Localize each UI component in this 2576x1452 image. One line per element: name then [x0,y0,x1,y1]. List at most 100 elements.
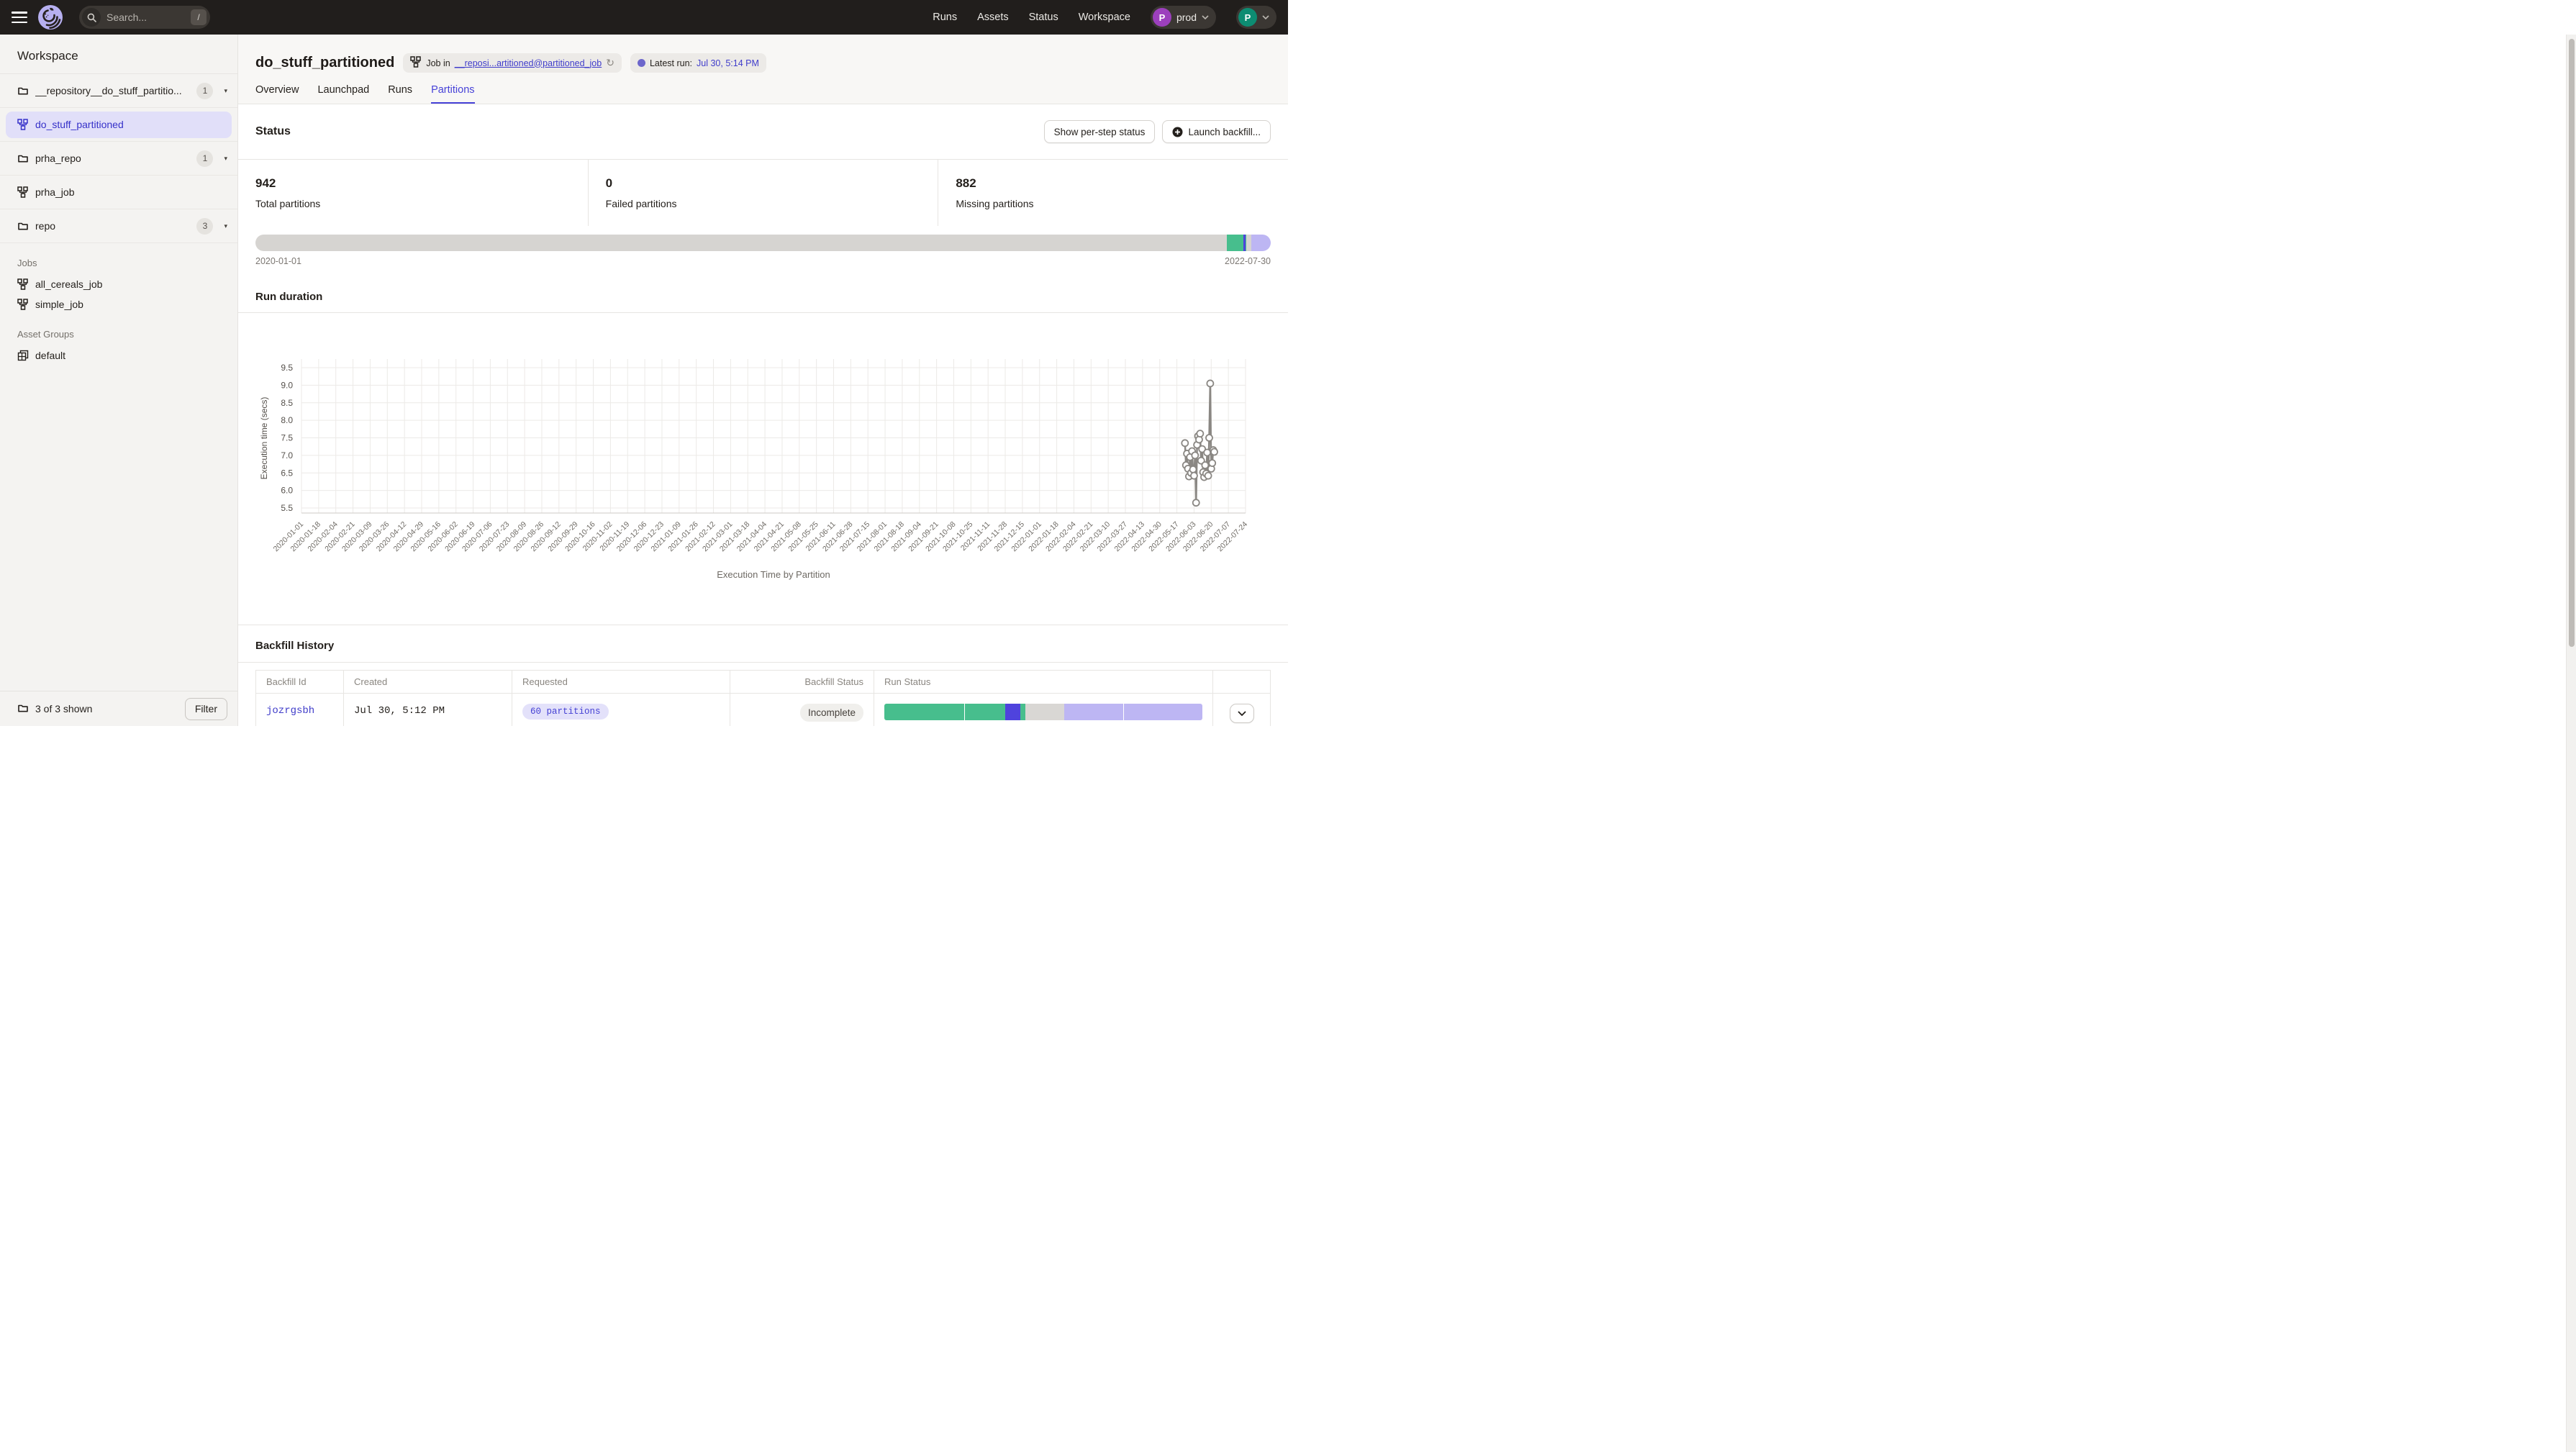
partition-status-bar[interactable] [255,235,1271,251]
status-heading: Status [255,125,291,138]
sidebar-item-prha-job[interactable]: prha_job [0,176,237,209]
svg-text:Execution Time by Partition: Execution Time by Partition [717,569,830,580]
job-icon [17,119,29,130]
dagster-logo-icon[interactable] [37,4,63,30]
item-count-badge: 1 [196,150,213,167]
run-status-bar[interactable] [884,704,1202,720]
sidebar-item-repo[interactable]: repo3▾ [0,209,237,243]
tab-partitions[interactable]: Partitions [431,84,474,104]
column-header-run-status: Run Status [874,671,1213,694]
svg-text:9.5: 9.5 [281,363,293,373]
backfill-table-header: Backfill IdCreatedRequestedBackfill Stat… [256,671,1270,694]
plus-circle-icon [1172,127,1183,137]
page-scrollbar[interactable] [2566,35,2576,1452]
refresh-icon[interactable]: ↻ [606,57,614,69]
backfill-history-heading: Backfill History [238,625,1288,663]
backfill-table: Backfill IdCreatedRequestedBackfill Stat… [255,670,1271,726]
sidebar-item-simple_job[interactable]: simple_job [0,294,237,314]
svg-text:5.5: 5.5 [281,503,293,513]
latest-run-chip: Latest run: Jul 30, 5:14 PM [630,53,766,73]
tab-bar: Overview Launchpad Runs Partitions [255,84,1271,104]
sidebar-footer: 3 of 3 shown Filter [0,691,237,726]
bar-segment [1251,235,1271,251]
job-icon [410,56,422,70]
folder-icon [17,153,29,164]
scrollbar-thumb[interactable] [2569,39,2575,647]
page-header: do_stuff_partitioned Job in __reposi...a… [238,35,1288,104]
nav-links: Runs Assets Status Workspace P prod P [933,6,1276,29]
nav-link-assets[interactable]: Assets [977,12,1009,23]
search-shortcut-badge: / [191,9,207,25]
sidebar-item-do-stuff-partitioned[interactable]: do_stuff_partitioned [0,108,237,142]
job-icon [17,186,29,198]
stat-total-partitions: 942Total partitions [238,160,588,226]
tab-runs[interactable]: Runs [388,84,412,104]
stat-value: 0 [606,176,921,191]
nav-link-workspace[interactable]: Workspace [1079,12,1130,23]
sidebar-item-all_cereals_job[interactable]: all_cereals_job [0,274,237,294]
bar-segment [964,704,1005,720]
sidebar-item-default[interactable]: default [0,345,237,366]
job-repo-link[interactable]: __reposi...artitioned@partitioned_job [455,58,602,68]
backfill-status-badge: Incomplete [800,704,863,722]
svg-text:7.5: 7.5 [281,433,293,443]
sidebar-item-label: repo [35,220,190,232]
sidebar-item--repository-do-stuff-partitio-[interactable]: __repository__do_stuff_partitio...1▾ [0,74,237,108]
column-header-created: Created [344,671,512,694]
bar-segment [1123,704,1202,720]
asset-group-list: default [0,345,237,366]
chevron-down-icon [1238,711,1246,716]
launch-backfill-button[interactable]: Launch backfill... [1162,120,1271,143]
nav-link-runs[interactable]: Runs [933,12,957,23]
run-status-dot-icon [638,59,645,67]
requested-cell: 60 partitions 2020-01-01 2022-07-30 [512,694,730,726]
sidebar-item-label: __repository__do_stuff_partitio... [35,85,190,96]
repo-list: __repository__do_stuff_partitio...1▾do_s… [0,74,237,243]
latest-run-link[interactable]: Jul 30, 5:14 PM [697,58,759,68]
job-icon [17,299,29,310]
requested-partitions-chip[interactable]: 60 partitions [522,704,609,720]
folder-icon [17,220,29,232]
user-menu[interactable]: P [1236,6,1276,29]
backfill-id-link[interactable]: jozrgsbh [266,705,314,717]
job-chip: Job in __reposi...artitioned@partitioned… [403,53,622,73]
expand-row-button[interactable] [1230,704,1254,723]
sidebar-item-label: all_cereals_job [35,278,102,290]
show-per-step-status-button[interactable]: Show per-step status [1044,120,1156,143]
bar-segment [255,235,1227,251]
partition-stats: 942Total partitions0Failed partitions882… [238,159,1288,226]
expand-caret-icon[interactable]: ▾ [224,87,227,95]
sidebar-item-label: prha_repo [35,153,190,164]
nav-link-status[interactable]: Status [1029,12,1058,23]
folder-icon [17,702,29,716]
column-header-backfill-status: Backfill Status [730,671,874,694]
sidebar-item-label: do_stuff_partitioned [35,119,220,130]
sidebar-item-label: simple_job [35,299,83,310]
job-icon [17,278,29,290]
bar-segment [1005,704,1020,720]
bar-segment [1064,704,1123,720]
column-header-actions [1213,671,1270,694]
main-content: do_stuff_partitioned Job in __reposi...a… [238,35,1288,726]
menu-icon[interactable] [12,12,27,23]
jobs-section-label: Jobs [0,243,237,274]
stat-label: Total partitions [255,198,571,209]
tab-overview[interactable]: Overview [255,84,299,104]
svg-text:9.0: 9.0 [281,380,293,390]
bar-segment [884,704,964,720]
asset-groups-section-label: Asset Groups [0,314,237,345]
bar-segment [1025,704,1064,720]
column-header-requested: Requested [512,671,730,694]
svg-text:8.0: 8.0 [281,415,293,425]
search-box[interactable]: / [79,6,210,29]
filter-button[interactable]: Filter [185,698,227,720]
expand-caret-icon[interactable]: ▾ [224,155,227,163]
tab-launchpad[interactable]: Launchpad [317,84,369,104]
sidebar-item-prha-repo[interactable]: prha_repo 1 ▾ [0,142,237,176]
deployment-switcher[interactable]: P prod [1151,6,1216,29]
job-chip-prefix: Job in [426,58,450,68]
chevron-down-icon [1202,15,1209,19]
search-input[interactable] [106,12,185,23]
expand-caret-icon[interactable]: ▾ [224,222,227,230]
user-avatar: P [1238,8,1257,27]
